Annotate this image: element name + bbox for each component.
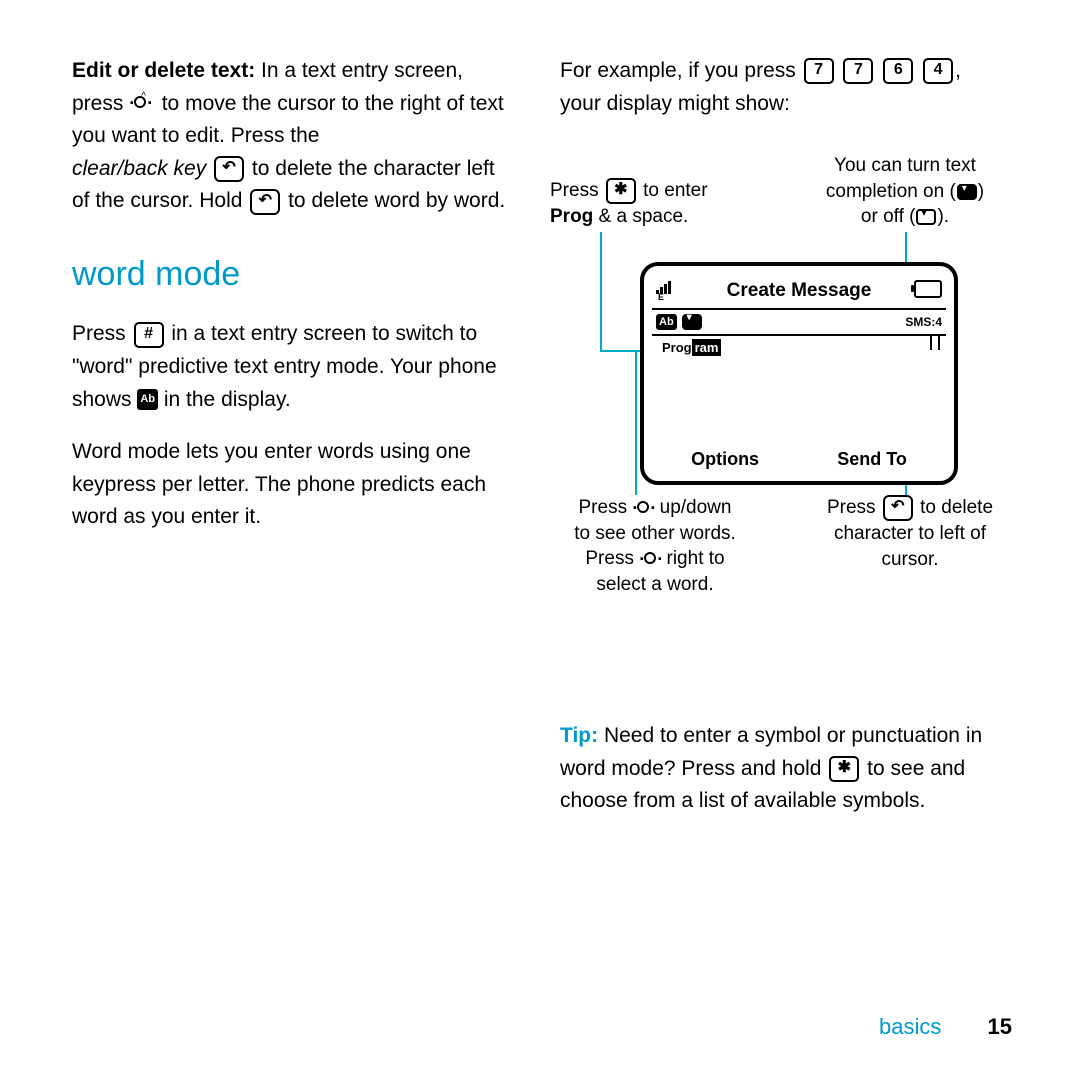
page-number: 15 xyxy=(988,1014,1012,1039)
section-name: basics xyxy=(879,1014,941,1039)
edit-delete-label: Edit or delete text: xyxy=(72,59,255,82)
completion-on-icon xyxy=(957,184,977,200)
screen-title: Create Message xyxy=(727,280,872,302)
callout-line xyxy=(600,232,602,352)
annotation-top-left: Press ✱ to enter Prog & a space. xyxy=(550,178,730,230)
clear-back-key-label: clear/back key xyxy=(72,157,206,180)
nav-key-icon xyxy=(639,547,661,571)
clear-key-icon: ↶ xyxy=(214,156,244,182)
example-intro: For example, if you press 7 7 6 4, your … xyxy=(560,55,1000,120)
word-mode-p1: Press # in a text entry screen to switch… xyxy=(72,318,512,416)
text-entry-line: Program xyxy=(652,336,946,360)
left-column: Edit or delete text: In a text entry scr… xyxy=(72,55,512,554)
sms-counter: SMS:4 xyxy=(905,315,942,329)
tip-paragraph: Tip: Need to enter a symbol or punctuati… xyxy=(560,720,1000,838)
nav-key-icon xyxy=(129,90,151,118)
completion-on-icon xyxy=(682,314,702,330)
star-key-icon: ✱ xyxy=(829,756,859,782)
signal-icon: E xyxy=(656,278,674,300)
nav-key-icon xyxy=(632,496,654,520)
typed-text: Prog xyxy=(662,340,692,355)
right-column: For example, if you press 7 7 6 4, your … xyxy=(560,55,1000,140)
battery-icon xyxy=(914,280,942,298)
annotation-top-right: You can turn text completion on () or of… xyxy=(800,153,1010,230)
star-key-icon: ✱ xyxy=(606,178,636,204)
key-6-icon: 6 xyxy=(883,58,913,84)
completion-off-icon xyxy=(916,209,936,225)
callout-line xyxy=(635,350,637,495)
page-footer: basics 15 xyxy=(879,1014,1012,1040)
predicted-text: ram xyxy=(692,339,722,356)
annotation-bottom-right: Press ↶ to delete character to left of c… xyxy=(810,495,1010,572)
key-7-icon: 7 xyxy=(804,58,834,84)
key-4-icon: 4 xyxy=(923,58,953,84)
edit-delete-paragraph: Edit or delete text: In a text entry scr… xyxy=(72,55,512,218)
softkey-right[interactable]: Send To xyxy=(837,449,907,470)
softkey-bar: Options Send To xyxy=(652,445,946,473)
phone-titlebar: E Create Message xyxy=(652,274,946,310)
hash-key-icon: # xyxy=(134,322,164,348)
annotation-bottom-left: Press up/down to see other words. Press … xyxy=(550,495,760,598)
softkey-left[interactable]: Options xyxy=(691,449,759,470)
ab-mode-icon: Ab xyxy=(137,389,158,410)
phone-screen: E Create Message Ab SMS:4 Program Option… xyxy=(640,262,958,485)
phone-statusbar: Ab SMS:4 xyxy=(652,310,946,336)
ab-mode-icon: Ab xyxy=(656,314,677,330)
tip-label: Tip: xyxy=(560,724,598,747)
clear-key-icon: ↶ xyxy=(250,189,280,215)
key-7-icon: 7 xyxy=(843,58,873,84)
word-mode-heading: word mode xyxy=(72,248,512,301)
cursor-icon xyxy=(930,336,940,350)
word-mode-p2: Word mode lets you enter words using one… xyxy=(72,436,512,534)
clear-key-icon: ↶ xyxy=(883,495,913,521)
